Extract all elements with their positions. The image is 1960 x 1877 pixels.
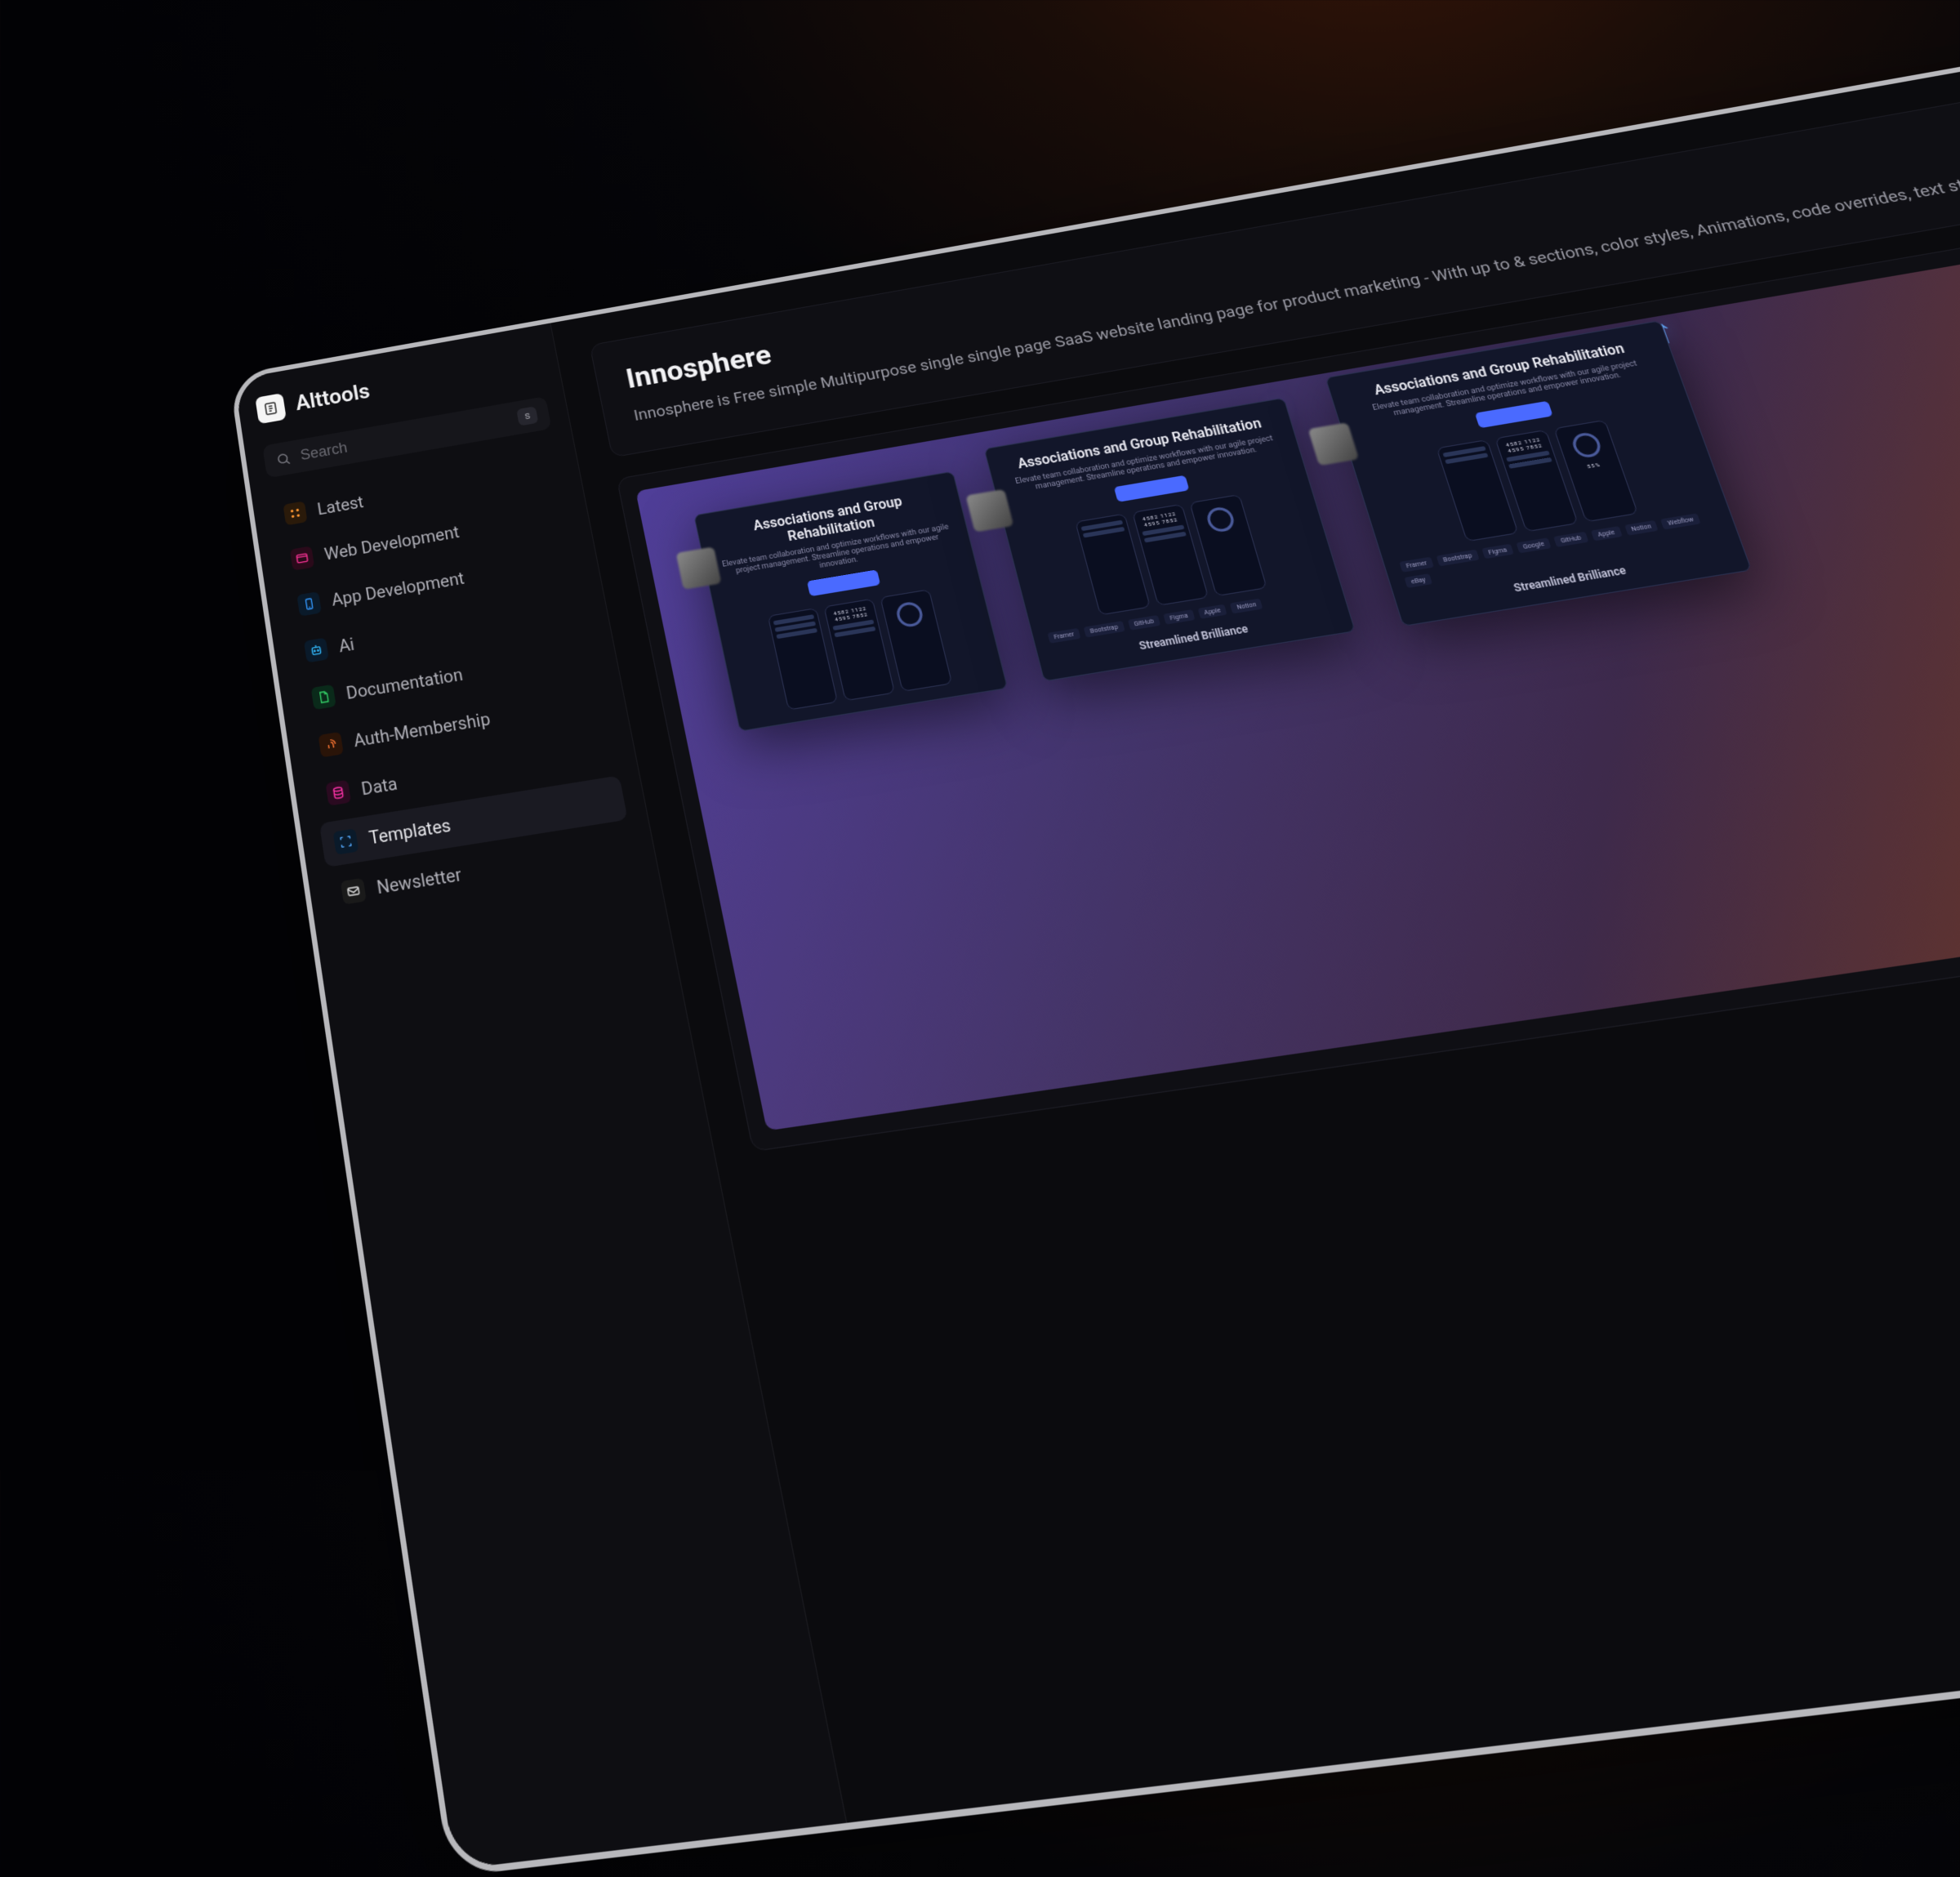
mock-cta-button bbox=[1114, 475, 1190, 502]
sidebar-item-label: App Development bbox=[330, 568, 466, 609]
sidebar-item-label: Auth-Membership bbox=[352, 708, 492, 751]
preview-mock-screen: Associations and Group Rehabilitation El… bbox=[1325, 320, 1752, 626]
sidebar-nav: Latest Web Development App Development A… bbox=[270, 448, 638, 917]
brand-logo-icon bbox=[255, 393, 287, 424]
grid-icon bbox=[283, 501, 307, 525]
sidebar-item-label: Newsletter bbox=[376, 863, 463, 898]
brand-name: Alttools bbox=[294, 380, 372, 416]
app-root: Alttools s Latest Web Development bbox=[234, 11, 1960, 1870]
search-input[interactable] bbox=[299, 411, 510, 464]
cube-graphic-icon bbox=[965, 488, 1013, 532]
mock-cta-button bbox=[807, 569, 880, 596]
search-icon bbox=[275, 450, 292, 466]
cube-graphic-icon bbox=[675, 546, 721, 590]
device-frame: Alttools s Latest Web Development bbox=[229, 5, 1960, 1877]
mock-cta-button bbox=[1475, 400, 1553, 428]
sidebar-item-label: Latest bbox=[316, 492, 365, 519]
phone-icon bbox=[296, 591, 322, 617]
robot-icon bbox=[304, 638, 329, 663]
cube-graphic-icon bbox=[1307, 422, 1359, 466]
scan-icon bbox=[333, 828, 359, 854]
sidebar-item-label: Documentation bbox=[345, 664, 464, 703]
sidebar-item-label: Templates bbox=[368, 814, 452, 849]
sidebar-item-label: Ai bbox=[337, 634, 355, 657]
fingerprint-icon bbox=[318, 732, 344, 758]
browser-icon bbox=[290, 546, 314, 570]
preview-mock-screen: Associations and Group Rehabilitation El… bbox=[983, 397, 1355, 681]
database-icon bbox=[325, 780, 351, 806]
document-icon bbox=[311, 684, 336, 710]
mail-icon bbox=[341, 878, 367, 905]
sidebar-item-label: Data bbox=[360, 773, 399, 800]
search-shortcut-badge: s bbox=[516, 406, 538, 426]
preview-mock-screen: Associations and Group Rehabilitation El… bbox=[693, 470, 1008, 731]
sidebar-item-label: Web Development bbox=[323, 522, 461, 564]
